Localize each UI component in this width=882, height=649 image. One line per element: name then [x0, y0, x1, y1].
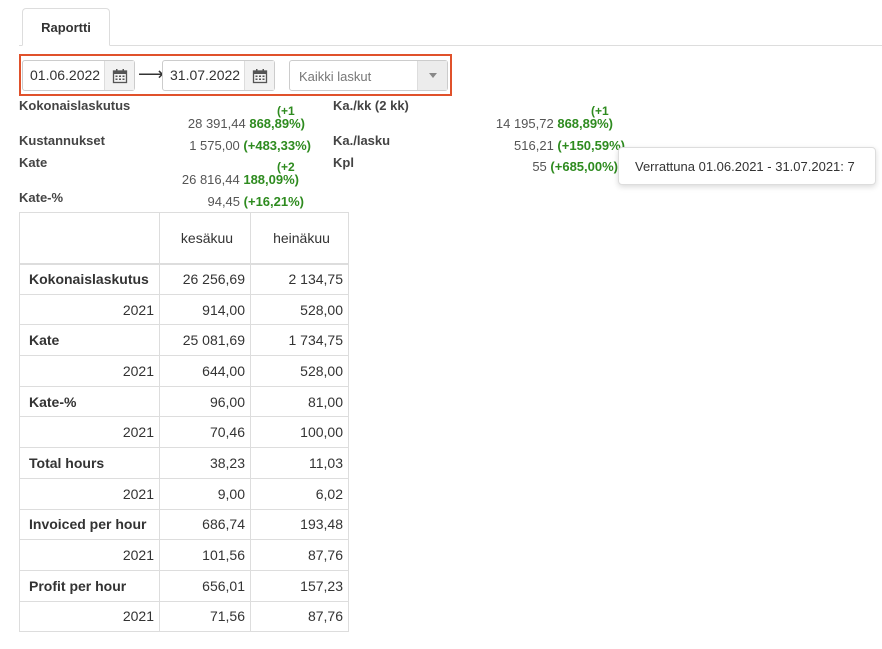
table-row: 2021 71,56 87,76 [19, 600, 349, 633]
column-header-empty [19, 212, 160, 264]
value-kate-pct: 94,45 (+16,21%) [207, 194, 304, 209]
label-kustannukset: Kustannukset [19, 133, 105, 148]
row-label: 2021 [19, 355, 160, 387]
cell-kesakuu: 914,00 [159, 293, 251, 326]
label-ka-kk: Ka./kk (2 kk) [333, 98, 409, 113]
cell-kesakuu: 101,56 [159, 539, 251, 571]
cell-heinakuu: 81,00 [250, 385, 349, 418]
label-ka-lasku: Ka./lasku [333, 133, 391, 148]
cell-kesakuu: 38,23 [159, 447, 251, 479]
cell-kesakuu: 70,46 [159, 416, 251, 449]
calendar-icon[interactable] [104, 61, 134, 90]
table-row: 2021 914,00 528,00 [19, 293, 349, 326]
table-header-row: kesäkuu heinäkuu [19, 212, 349, 264]
cell-kesakuu: 26 256,69 [159, 263, 251, 295]
cell-heinakuu: 100,00 [250, 416, 349, 449]
cell-kesakuu: 686,74 [159, 508, 251, 541]
table-row: 2021 70,46 100,00 [19, 416, 349, 449]
column-header-heinakuu: heinäkuu [250, 212, 349, 264]
table-row: Kokonaislaskutus 26 256,69 2 134,75 [19, 263, 349, 295]
row-label: 2021 [19, 539, 160, 571]
row-label: Kate [19, 324, 160, 357]
table-row: Kate-% 96,00 81,00 [19, 385, 349, 418]
value-ka-lasku: 516,21 (+150,59%) [514, 138, 625, 153]
tab-raportti[interactable]: Raportti [22, 8, 110, 46]
report-table: kesäkuu heinäkuu Kokonaislaskutus 26 256… [19, 212, 349, 633]
cell-kesakuu: 656,01 [159, 569, 251, 602]
comparison-tooltip: Verrattuna 01.06.2021 - 31.07.2021: 7 [618, 147, 876, 185]
table-row: 2021 644,00 528,00 [19, 355, 349, 387]
cell-kesakuu: 644,00 [159, 355, 251, 387]
value-kpl: 55 (+685,00%) [532, 159, 618, 174]
row-label: 2021 [19, 416, 160, 449]
date-range-arrow: ⟶ [138, 64, 164, 84]
invoice-filter-select[interactable]: Kaikki laskut [289, 60, 448, 91]
cell-heinakuu: 157,23 [250, 569, 349, 602]
calendar-icon[interactable] [244, 61, 274, 90]
label-kpl: Kpl [333, 155, 354, 170]
start-date-input[interactable]: 01.06.2022 [22, 60, 135, 91]
row-label: Profit per hour [19, 569, 160, 602]
column-header-kesakuu: kesäkuu [159, 212, 251, 264]
cell-kesakuu: 71,56 [159, 600, 251, 633]
cell-heinakuu: 87,76 [250, 600, 349, 633]
cell-kesakuu: 9,00 [159, 477, 251, 510]
table-row: Profit per hour 656,01 157,23 [19, 569, 349, 602]
chevron-down-icon[interactable] [417, 61, 447, 90]
table-row: 2021 9,00 6,02 [19, 477, 349, 510]
value-kokonaislaskutus: 28 391,44 868,89%) [187, 116, 305, 131]
invoice-filter-value: Kaikki laskut [299, 69, 372, 84]
row-label: 2021 [19, 293, 160, 326]
row-label: Kate-% [19, 385, 160, 418]
cell-heinakuu: 11,03 [250, 447, 349, 479]
label-kate: Kate [19, 155, 48, 170]
value-kate: 26 816,44 188,09%) [181, 172, 299, 187]
tab-bar-divider [19, 45, 882, 46]
table-row: Invoiced per hour 686,74 193,48 [19, 508, 349, 541]
cell-heinakuu: 528,00 [250, 355, 349, 387]
row-label: Kokonaislaskutus [19, 263, 160, 295]
label-kokonaislaskutus: Kokonaislaskutus [19, 98, 131, 113]
row-label: Invoiced per hour [19, 508, 160, 541]
row-label: Total hours [19, 447, 160, 479]
cell-kesakuu: 25 081,69 [159, 324, 251, 357]
cell-heinakuu: 528,00 [250, 293, 349, 326]
cell-heinakuu: 2 134,75 [250, 263, 349, 295]
start-date-value: 01.06.2022 [30, 67, 101, 83]
cell-heinakuu: 193,48 [250, 508, 349, 541]
table-row: Total hours 38,23 11,03 [19, 447, 349, 479]
cell-heinakuu: 1 734,75 [250, 324, 349, 357]
row-label: 2021 [19, 600, 160, 633]
label-kate-pct: Kate-% [19, 190, 64, 205]
row-label: 2021 [19, 477, 160, 510]
value-kustannukset: 1 575,00 (+483,33%) [189, 138, 311, 153]
table-row: Kate 25 081,69 1 734,75 [19, 324, 349, 357]
cell-heinakuu: 87,76 [250, 539, 349, 571]
table-row: 2021 101,56 87,76 [19, 539, 349, 571]
cell-kesakuu: 96,00 [159, 385, 251, 418]
report-table-body: Kokonaislaskutus 26 256,69 2 134,75 2021… [19, 263, 349, 633]
end-date-value: 31.07.2022 [170, 67, 241, 83]
cell-heinakuu: 6,02 [250, 477, 349, 510]
end-date-input[interactable]: 31.07.2022 [162, 60, 275, 91]
value-ka-kk: 14 195,72 868,89%) [495, 116, 613, 131]
